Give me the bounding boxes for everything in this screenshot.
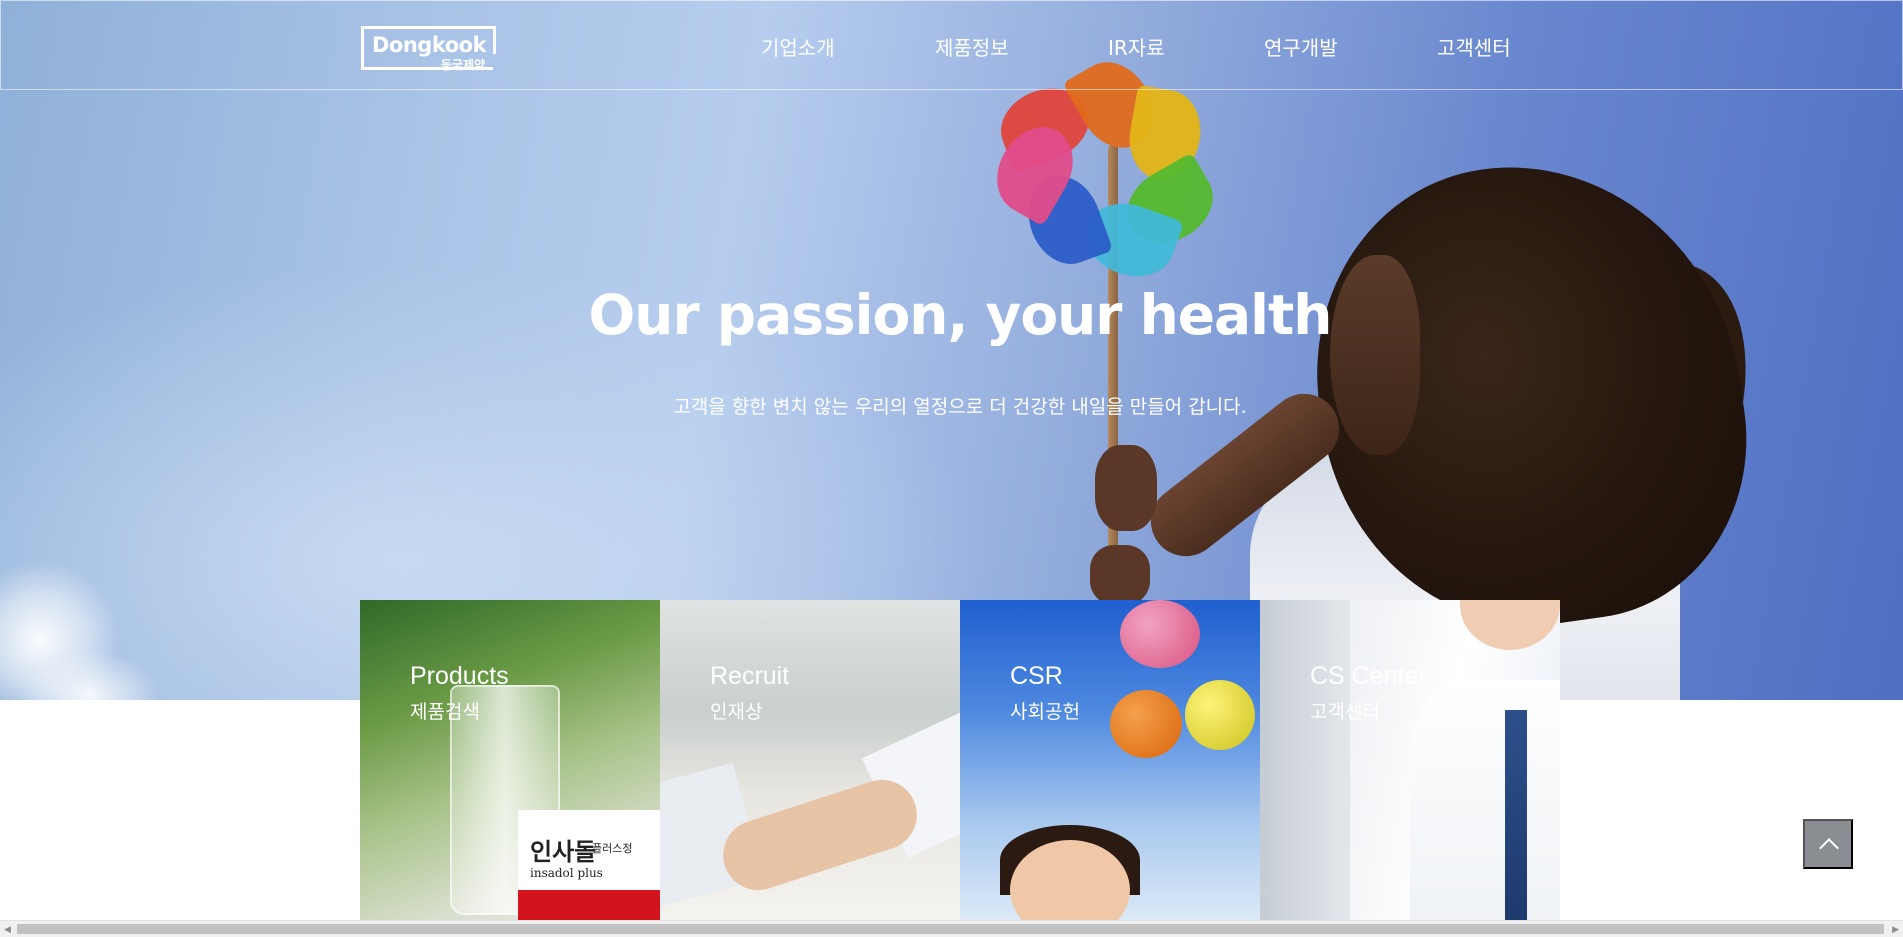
product-box-image: 인사돌 플러스정 insadol plus [518, 810, 660, 920]
product-name: 인사돌 [530, 838, 597, 866]
card-recruit[interactable]: Recruit 인재상 [660, 600, 960, 920]
woman-hand [1095, 445, 1157, 531]
man-face-image [1460, 600, 1560, 650]
card-title: Recruit [710, 662, 790, 690]
card-title: Products [410, 662, 509, 690]
product-box-band [518, 890, 660, 920]
scrollbar-thumb[interactable] [17, 924, 1884, 934]
product-name-en: insadol plus [530, 866, 603, 880]
hero-title: Our passion, your health [588, 283, 1333, 347]
nav-item-products[interactable]: 제품정보 [935, 32, 1009, 61]
caret-right-icon[interactable]: ▶ [1892, 925, 1899, 935]
shirt-image [1410, 680, 1560, 920]
hero-subtitle: 고객을 향한 변치 않는 우리의 열정으로 더 건강한 내일을 만들어 갑니다. [673, 396, 1247, 418]
card-subtitle: 인재상 [710, 701, 763, 723]
site-header: Dongkook 동국제약 기업소개 제품정보 IR자료 연구개발 고객센터 [0, 0, 1903, 90]
page: Our passion, your health 고객을 향한 변치 않는 우리… [0, 0, 1903, 937]
nav-item-rnd[interactable]: 연구개발 [1264, 32, 1338, 61]
card-title: CS Center [1310, 662, 1427, 690]
woman-hand [1090, 545, 1150, 605]
balloon-image [1120, 600, 1200, 668]
card-subtitle: 고객센터 [1310, 701, 1380, 723]
chevron-up-icon [1819, 838, 1839, 858]
card-products[interactable]: 인사돌 플러스정 insadol plus Products 제품검색 [360, 600, 660, 920]
pinwheel [982, 48, 1227, 289]
quick-link-cards: 인사돌 플러스정 insadol plus Products 제품검색 Recr… [360, 600, 1560, 920]
card-csr[interactable]: CSR 사회공헌 [960, 600, 1260, 920]
window-panel-image [1260, 600, 1350, 920]
card-subtitle: 제품검색 [410, 701, 480, 723]
caret-left-icon[interactable]: ◀ [4, 925, 11, 935]
balloon-image [1110, 690, 1182, 758]
main-nav: 기업소개 제품정보 IR자료 연구개발 고객센터 [1, 32, 1903, 62]
card-cs-center[interactable]: CS Center 고객센터 [1260, 600, 1560, 920]
card-title: CSR [1010, 662, 1063, 690]
card-subtitle: 사회공헌 [1010, 701, 1080, 723]
handshake-image [714, 770, 926, 900]
product-subname: 플러스정 [592, 842, 633, 855]
horizontal-scrollbar[interactable]: ◀ ▶ [0, 920, 1903, 937]
tie-image [1505, 710, 1527, 920]
nav-item-ir[interactable]: IR자료 [1108, 32, 1165, 61]
nav-item-company[interactable]: 기업소개 [761, 32, 835, 61]
hero-banner: Our passion, your health 고객을 향한 변치 않는 우리… [0, 0, 1903, 700]
balloon-image [1185, 680, 1255, 750]
scroll-to-top-button[interactable] [1803, 819, 1853, 869]
nav-item-customer-center[interactable]: 고객센터 [1437, 32, 1511, 61]
